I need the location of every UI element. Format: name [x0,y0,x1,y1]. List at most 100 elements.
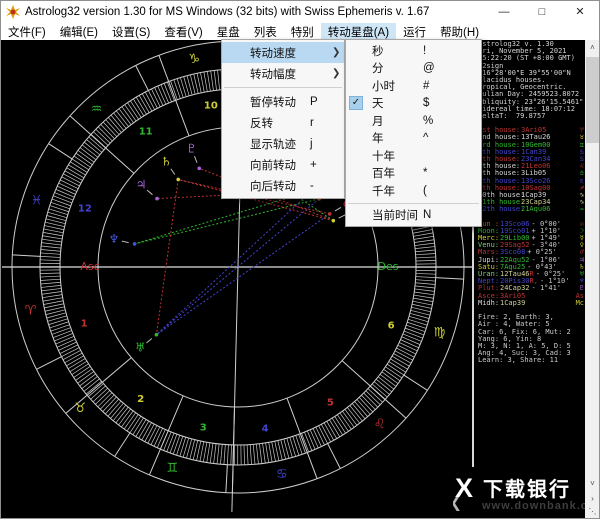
degree-tick [50,201,70,210]
degree-tick [58,182,77,192]
degree-tick [413,294,434,299]
degree-tick [40,252,61,255]
degree-tick [172,435,181,455]
degree-tick [59,344,79,354]
menu-item-shortcut: r [310,116,314,129]
sign-boundary [327,443,341,469]
degree-tick [40,278,61,281]
menu-item[interactable]: 转动幅度 ❯ [222,63,344,84]
degree-tick [306,430,316,450]
submenu-item[interactable]: 月% [346,112,481,130]
degree-tick [180,77,187,97]
planet-dot-Neptune [132,242,137,246]
sign-boundary [225,464,228,493]
minimize-button[interactable]: — [485,1,523,23]
planet-pointer [170,168,176,175]
close-button[interactable]: ✕ [561,1,599,23]
submenu-item[interactable]: 年 ^ [346,130,481,148]
scrollbar-thumb[interactable] [586,57,599,143]
submenu-item-label: 年 [372,133,384,146]
submenu-item[interactable]: 分 @ [346,60,481,78]
submenu-item[interactable]: ✓ 天 $ [346,95,481,113]
degree-tick [271,441,276,462]
degree-tick [223,444,226,465]
menu-item[interactable]: 转动速度 ❯ [222,42,344,63]
menubar-item-9[interactable]: 运行 [396,23,433,40]
degree-tick [252,444,256,465]
scroll-up-icon[interactable]: ˄ [585,40,599,56]
menubar-item-1[interactable]: 文件(F) [1,23,53,40]
maximize-button[interactable]: □ [523,1,561,23]
menu-item[interactable]: 反转 r [222,112,344,133]
degree-tick [50,324,70,332]
submenu-item[interactable]: 十年 [346,147,481,165]
degree-tick [52,330,72,339]
degree-tick [399,342,418,352]
degree-tick [407,321,427,329]
menu-item[interactable]: 向后转动 - [222,175,344,196]
degree-tick [40,272,61,274]
planet-dot-Pluto [197,166,202,171]
menu-item[interactable]: 显示轨迹 j [222,133,344,154]
planet-pointer [334,206,342,212]
menubar-item-5[interactable]: 星盘 [210,23,247,40]
vertical-scrollbar[interactable]: ˄ ˅ [585,40,599,518]
wheel-sign-♑: ♑ [188,52,200,67]
house-number-2: 2 [137,394,144,405]
menubar-item-8[interactable]: 转动星盘(A) [320,23,397,40]
submenu-item-label: 小时 [372,80,395,93]
planet-label: Midh: [478,298,500,307]
degree-tick [49,205,69,213]
degree-tick [213,443,217,464]
degree-tick [401,336,421,345]
menubar-item-2[interactable]: 编辑(E) [53,23,105,40]
app-icon [6,5,20,19]
watermark-url: www.downbank.cn [482,500,585,512]
menubar-item-3[interactable]: 设置(S) [105,23,157,40]
submenu-item[interactable]: 秒! [346,42,481,60]
sign-boundary [12,254,41,257]
wheel-sign-♈: ♈ [25,303,37,318]
degree-tick [40,256,61,258]
degree-tick [415,273,436,275]
scroll-down-icon[interactable]: ˅ [585,476,599,492]
descendant-label: Des [378,260,399,273]
submenu-item[interactable]: 千年 ( [346,182,481,200]
degree-tick [412,300,433,306]
degree-tick [289,437,296,457]
menubar-item-4[interactable]: 查看(V) [157,23,209,40]
menubar-item-10[interactable]: 帮助(H) [433,23,486,40]
planet-dot-Mars [327,212,332,216]
degree-tick [400,339,419,349]
degree-tick [315,426,325,446]
submenu-item[interactable]: 百年 * [346,165,481,183]
degree-tick [160,84,170,104]
degree-tick [413,235,434,240]
submenu-item-shortcut: @ [423,62,435,75]
degree-tick [173,79,181,99]
menu-item[interactable]: 向前转动 + [222,154,344,175]
menubar-item-7[interactable]: 特别 [284,23,321,40]
menu-item[interactable]: 暂停转动 P [222,91,344,112]
house-cusp-line [341,360,407,419]
submenu-arrow-icon: ❯ [332,47,341,58]
degree-tick [415,276,436,278]
degree-tick [209,443,214,464]
submenu-item-shortcut: N [423,209,432,222]
resize-grip-icon[interactable]: ⋱ [585,505,599,518]
wheel-sign-♊: ♊ [166,461,178,476]
submenu-item[interactable]: 小时 # [346,77,481,95]
watermark-logo: X [455,473,474,503]
submenu-item-shortcut: ^ [423,132,429,145]
menubar-item-6[interactable]: 列表 [247,23,284,40]
degree-tick [412,229,433,234]
degree-tick [312,428,322,447]
degree-tick [163,431,172,451]
submenu-item[interactable]: 当前时间 N [346,207,481,225]
menu-item-shortcut: + [310,158,317,171]
submenu-item-shortcut: ! [423,44,427,57]
degree-tick [262,443,266,464]
scrollbar-corner[interactable]: › ⋱ [585,492,599,518]
scroll-right-icon[interactable]: › [585,492,599,505]
menu-item-label: 转动速度 [250,47,296,60]
